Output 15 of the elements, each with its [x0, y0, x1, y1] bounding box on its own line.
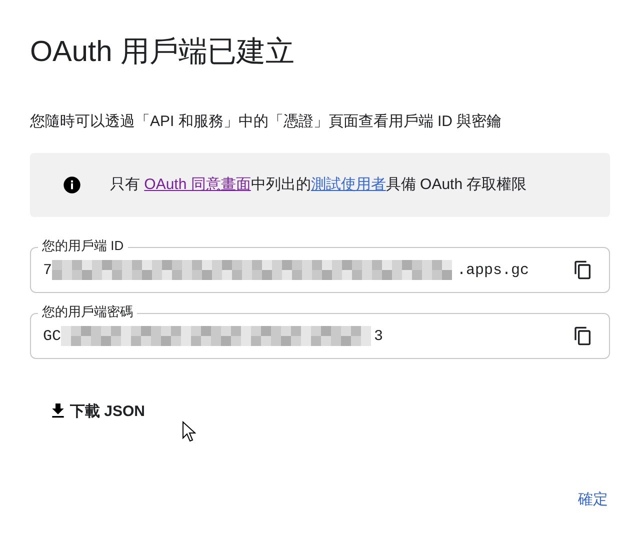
notice-link[interactable]: 測試使用者 [310, 176, 386, 193]
field-label: 您的用戶端 ID [38, 237, 128, 255]
ok-button[interactable]: 確定 [576, 486, 610, 513]
notice-link[interactable]: OAuth 同意畫面 [144, 176, 251, 193]
field-value-end: 3 [374, 328, 384, 344]
download-button[interactable]: 下載 JSON [46, 397, 148, 425]
field-label: 您的用戶端密碼 [38, 303, 137, 321]
info-icon [62, 175, 82, 195]
field-value-start: GC [43, 328, 62, 344]
description-text: 您隨時可以透過「API 和服務」中的「憑證」頁面查看用戶端 ID 與密鑰 [30, 112, 503, 132]
mouse-pointer-icon [182, 421, 196, 443]
field-value-end: .apps.gc [457, 262, 530, 278]
field-value-start: 7 [43, 262, 52, 278]
notice-text: 只有 OAuth 同意畫面中列出的測試使用者具備 OAuth 存取權限 [110, 175, 527, 195]
dialog-title: OAuth 用戶端已建立 [30, 35, 296, 70]
